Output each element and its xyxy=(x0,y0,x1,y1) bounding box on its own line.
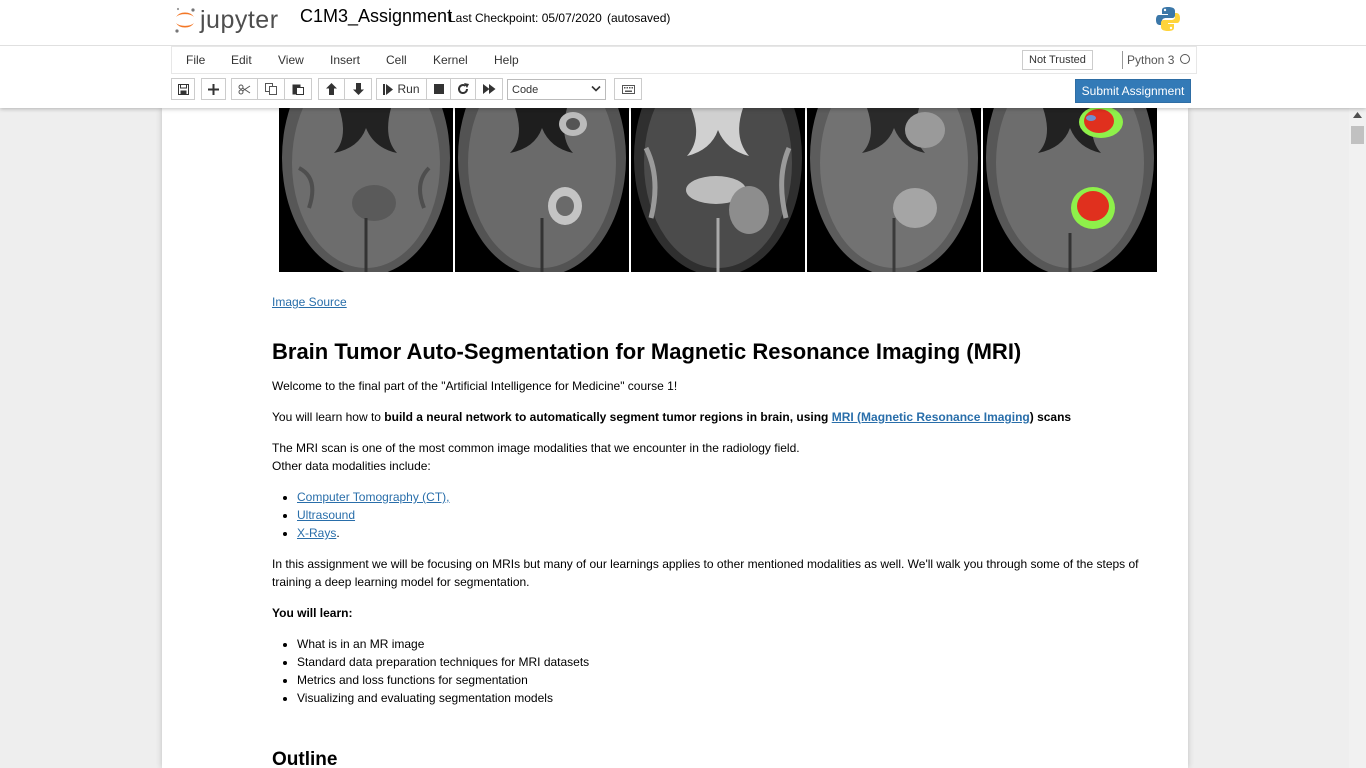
run-icon xyxy=(383,83,394,95)
move-down-button[interactable] xyxy=(344,78,372,100)
mri-description-line-2: Other data modalities include: xyxy=(272,459,431,473)
paste-button[interactable] xyxy=(284,78,312,100)
scrollbar-thumb[interactable] xyxy=(1351,126,1364,144)
mri-scan-t1-image xyxy=(279,108,453,272)
cut-button[interactable] xyxy=(231,78,258,100)
list-item: Metrics and loss functions for segmentat… xyxy=(297,671,1142,689)
submit-assignment-button[interactable]: Submit Assignment xyxy=(1075,79,1191,103)
fast-forward-icon xyxy=(482,84,495,94)
notebook-header: jupyter C1M3_Assignment Last Checkpoint:… xyxy=(0,0,1366,108)
menu-cell[interactable]: Cell xyxy=(386,53,407,67)
restart-button[interactable] xyxy=(450,78,476,100)
cell-heading: Brain Tumor Auto-Segmentation for Magnet… xyxy=(272,339,1022,364)
modalities-list: Computer Tomography (CT), Ultrasound X-R… xyxy=(272,488,1142,542)
list-item: X-Rays. xyxy=(297,524,1142,542)
mri-scan-t2-image xyxy=(631,108,805,272)
image-source-link[interactable]: Image Source xyxy=(272,295,347,309)
list-item: Ultrasound xyxy=(297,506,1142,524)
ultrasound-link[interactable]: Ultrasound xyxy=(297,508,355,522)
paste-icon xyxy=(292,84,304,95)
mri-image-strip xyxy=(279,108,1157,272)
menu-file[interactable]: File xyxy=(186,53,205,67)
menu-help[interactable]: Help xyxy=(494,53,519,67)
jupyter-logo[interactable]: jupyter xyxy=(174,4,279,36)
copy-icon xyxy=(265,83,277,95)
scissors-icon xyxy=(238,84,251,94)
kernel-divider xyxy=(1122,51,1123,69)
autosave-status: (autosaved) xyxy=(607,11,671,25)
run-button[interactable]: Run xyxy=(376,78,427,100)
list-item: Standard data preparation techniques for… xyxy=(297,653,1142,671)
interrupt-button[interactable] xyxy=(426,78,451,100)
learn-goal-bold: build a neural network to automatically … xyxy=(384,410,832,424)
xrays-suffix: . xyxy=(336,526,340,540)
list-item: Computer Tomography (CT), xyxy=(297,488,1142,506)
top-bar: jupyter C1M3_Assignment Last Checkpoint:… xyxy=(0,0,1366,46)
python-logo-icon xyxy=(1156,7,1180,31)
command-palette-button[interactable] xyxy=(614,78,642,100)
kernel-idle-indicator-icon xyxy=(1180,54,1190,64)
notebook-name[interactable]: C1M3_Assignment xyxy=(300,6,452,27)
mri-segmentation-overlay-image xyxy=(983,108,1157,272)
jupyter-logo-icon xyxy=(175,7,195,33)
menu-bar: File Edit View Insert Cell Kernel Help N… xyxy=(171,46,1197,74)
menu-edit[interactable]: Edit xyxy=(231,53,252,67)
restart-icon xyxy=(458,83,469,95)
xrays-link[interactable]: X-Rays xyxy=(297,526,336,540)
plus-icon xyxy=(208,83,219,95)
jupyter-logo-text: jupyter xyxy=(200,5,279,34)
learn-goal-suffix: ) scans xyxy=(1029,410,1072,424)
keyboard-icon xyxy=(621,84,635,94)
save-button[interactable] xyxy=(171,78,195,100)
cell-type-value: Code xyxy=(512,83,539,96)
insert-cell-button[interactable] xyxy=(201,78,226,100)
mri-description-line-1: The MRI scan is one of the most common i… xyxy=(272,441,800,455)
intro-text: Welcome to the final part of the "Artifi… xyxy=(272,379,678,393)
kernel-name: Python 3 xyxy=(1127,53,1175,67)
learn-items-list: What is in an MR image Standard data pre… xyxy=(272,635,1142,707)
chevron-down-icon xyxy=(591,85,601,92)
page-scrollbar[interactable] xyxy=(1349,108,1366,768)
learn-goal-text: You will learn how to build a neural net… xyxy=(272,408,1142,426)
ct-link[interactable]: Computer Tomography (CT) xyxy=(297,490,446,504)
cell-type-select[interactable]: Code xyxy=(507,79,606,100)
trust-indicator[interactable]: Not Trusted xyxy=(1022,50,1093,70)
run-button-label: Run xyxy=(397,82,420,96)
mri-link[interactable]: MRI (Magnetic Resonance Imaging xyxy=(832,410,1030,424)
list-item: Visualizing and evaluating segmentation … xyxy=(297,689,1142,707)
ct-link-suffix: , xyxy=(446,490,450,504)
arrow-up-icon xyxy=(326,83,337,95)
move-up-button[interactable] xyxy=(318,78,345,100)
outline-heading: Outline xyxy=(272,749,338,768)
mri-description: The MRI scan is one of the most common i… xyxy=(272,439,1142,475)
mri-scan-flair-image xyxy=(807,108,981,272)
list-item: What is in an MR image xyxy=(297,635,1142,653)
menu-view[interactable]: View xyxy=(278,53,304,67)
stop-icon xyxy=(433,84,444,94)
save-icon xyxy=(177,83,189,95)
mri-scan-t1-contrast-image xyxy=(455,108,629,272)
markdown-cell[interactable]: Image Source Brain Tumor Auto-Segmentati… xyxy=(272,293,1142,768)
will-learn-heading: You will learn: xyxy=(272,606,353,620)
focus-text: In this assignment we will be focusing o… xyxy=(272,557,1139,589)
menu-insert[interactable]: Insert xyxy=(330,53,360,67)
scroll-up-arrow-icon[interactable] xyxy=(1353,112,1362,118)
copy-button[interactable] xyxy=(257,78,285,100)
restart-run-all-button[interactable] xyxy=(475,78,503,100)
menu-kernel[interactable]: Kernel xyxy=(433,53,468,67)
notebook-container: Image Source Brain Tumor Auto-Segmentati… xyxy=(162,108,1188,768)
arrow-down-icon xyxy=(352,83,364,95)
checkpoint-status: Last Checkpoint: 05/07/2020 xyxy=(449,11,602,25)
learn-goal-prefix: You will learn how to xyxy=(272,410,385,424)
